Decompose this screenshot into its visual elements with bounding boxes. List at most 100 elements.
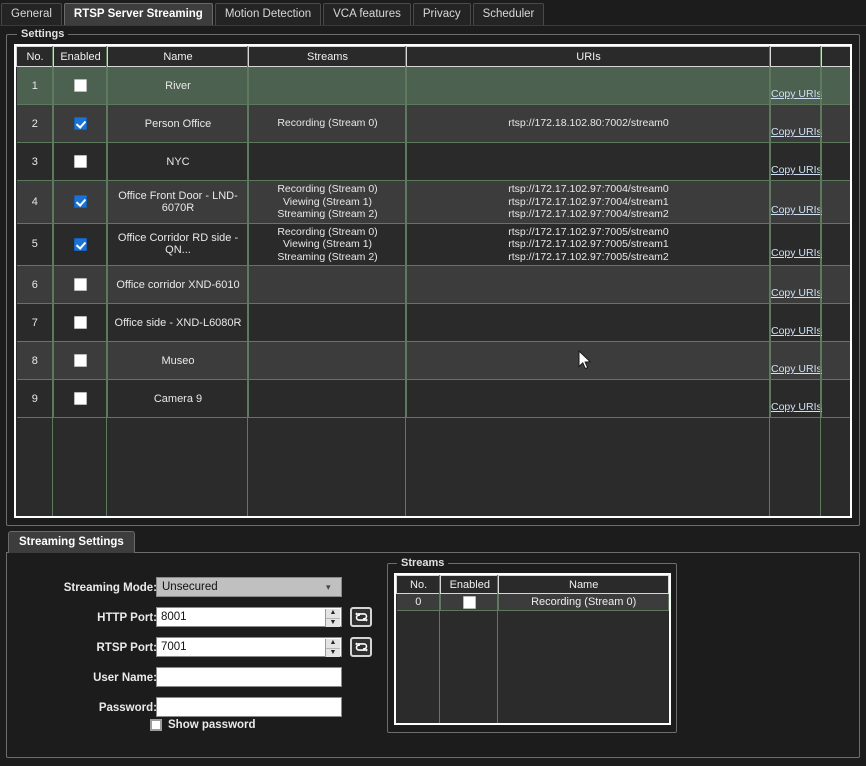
- streams-col-header-enabled[interactable]: Enabled: [441, 576, 499, 594]
- row-copy-cell[interactable]: Copy URIs: [771, 380, 822, 418]
- tab-motion-detection[interactable]: Motion Detection: [215, 3, 321, 25]
- row-streams: Recording (Stream 0): [249, 105, 407, 143]
- enabled-checkbox[interactable]: [74, 316, 87, 329]
- row-copy-cell[interactable]: Copy URIs: [771, 67, 822, 105]
- row-copy-cell[interactable]: Copy URIs: [771, 143, 822, 181]
- field-password: Password:: [17, 697, 347, 719]
- copy-uris-link[interactable]: Copy URIs: [771, 363, 821, 375]
- row-enabled-cell[interactable]: [54, 67, 108, 105]
- tab-scheduler[interactable]: Scheduler: [473, 3, 545, 25]
- enabled-checkbox[interactable]: [74, 238, 87, 251]
- row-uris: [407, 67, 771, 105]
- row-streams: [249, 266, 407, 304]
- row-enabled-cell[interactable]: [54, 105, 108, 143]
- col-header-copy[interactable]: [771, 47, 822, 67]
- streaming-settings-panel: Streaming Mode: Unsecured ▾ HTTP Port: 8…: [6, 552, 860, 758]
- row-copy-cell[interactable]: Copy URIs: [771, 105, 822, 143]
- stepper-up-icon[interactable]: ▲: [326, 639, 340, 649]
- label-streaming-mode: Streaming Mode:: [17, 577, 157, 599]
- table-row[interactable]: 4Office Front Door - LND-6070RRecording …: [17, 181, 851, 224]
- tab-rtsp-server-streaming[interactable]: RTSP Server Streaming: [64, 3, 213, 25]
- streams-col-header-no[interactable]: No.: [397, 576, 441, 594]
- row-name: Office Front Door - LND-6070R: [108, 181, 249, 224]
- row-copy-cell[interactable]: Copy URIs: [771, 342, 822, 380]
- row-enabled-cell[interactable]: [54, 342, 108, 380]
- row-enabled-cell[interactable]: [54, 266, 108, 304]
- row-copy-cell[interactable]: Copy URIs: [771, 266, 822, 304]
- col-header-enabled[interactable]: Enabled: [54, 47, 108, 67]
- table-row[interactable]: 7Office side - XND-L6080RCopy URIs: [17, 304, 851, 342]
- enabled-checkbox[interactable]: [74, 117, 87, 130]
- col-header-no[interactable]: No.: [17, 47, 54, 67]
- rtsp-port-stepper[interactable]: ▲ ▼: [325, 639, 340, 657]
- http-port-refresh-button[interactable]: [350, 607, 372, 627]
- copy-uris-link[interactable]: Copy URIs: [771, 325, 821, 337]
- stepper-up-icon[interactable]: ▲: [326, 609, 340, 619]
- copy-uris-link[interactable]: Copy URIs: [771, 401, 821, 413]
- row-copy-cell[interactable]: Copy URIs: [771, 181, 822, 224]
- copy-uris-link[interactable]: Copy URIs: [771, 247, 821, 259]
- col-header-streams[interactable]: Streams: [249, 47, 407, 67]
- row-uris: [407, 304, 771, 342]
- enabled-checkbox[interactable]: [74, 155, 87, 168]
- copy-uris-link[interactable]: Copy URIs: [771, 287, 821, 299]
- row-tail-cell: [822, 105, 851, 143]
- streams-table-container[interactable]: No. Enabled Name 0Recording (Stream 0): [394, 573, 671, 725]
- show-password-checkbox[interactable]: [150, 719, 162, 731]
- table-row[interactable]: 6Office corridor XND-6010Copy URIs: [17, 266, 851, 304]
- main-tab-strip: GeneralRTSP Server StreamingMotion Detec…: [0, 0, 866, 26]
- rtsp-port-refresh-button[interactable]: [350, 637, 372, 657]
- table-row[interactable]: 2Person OfficeRecording (Stream 0)rtsp:/…: [17, 105, 851, 143]
- password-input[interactable]: [156, 697, 342, 717]
- copy-uris-link[interactable]: Copy URIs: [771, 126, 821, 138]
- row-copy-cell[interactable]: Copy URIs: [771, 223, 822, 266]
- streams-table-row[interactable]: 0Recording (Stream 0): [397, 594, 669, 611]
- row-uris: rtsp://172.17.102.97:7004/stream0rtsp://…: [407, 181, 771, 224]
- http-port-stepper[interactable]: ▲ ▼: [325, 609, 340, 627]
- row-enabled-cell[interactable]: [54, 143, 108, 181]
- row-enabled-cell[interactable]: [54, 223, 108, 266]
- copy-uris-link[interactable]: Copy URIs: [771, 88, 821, 100]
- streams-enabled-checkbox[interactable]: [463, 596, 476, 609]
- enabled-checkbox[interactable]: [74, 392, 87, 405]
- streams-group-label: Streams: [397, 557, 448, 569]
- enabled-checkbox[interactable]: [74, 195, 87, 208]
- tab-privacy[interactable]: Privacy: [413, 3, 471, 25]
- streaming-mode-select[interactable]: Unsecured ▾: [156, 577, 342, 597]
- row-enabled-cell[interactable]: [54, 380, 108, 418]
- row-number: 8: [17, 342, 54, 380]
- tab-streaming-settings[interactable]: Streaming Settings: [8, 531, 135, 553]
- show-password-checkbox-row[interactable]: Show password: [150, 719, 256, 731]
- col-header-tail[interactable]: [822, 47, 851, 67]
- table-row[interactable]: 1RiverCopy URIs: [17, 67, 851, 105]
- enabled-checkbox[interactable]: [74, 79, 87, 92]
- table-row[interactable]: 8MuseoCopy URIs: [17, 342, 851, 380]
- streams-col-header-name[interactable]: Name: [499, 576, 669, 594]
- col-header-uris[interactable]: URIs: [407, 47, 771, 67]
- copy-uris-link[interactable]: Copy URIs: [771, 164, 821, 176]
- stepper-down-icon[interactable]: ▼: [326, 649, 340, 658]
- copy-uris-link[interactable]: Copy URIs: [771, 204, 821, 216]
- tab-general[interactable]: General: [1, 3, 62, 25]
- col-header-name[interactable]: Name: [108, 47, 249, 67]
- table-row[interactable]: 3NYCCopy URIs: [17, 143, 851, 181]
- row-streams: Recording (Stream 0)Viewing (Stream 1)St…: [249, 223, 407, 266]
- rtsp-port-input[interactable]: 7001 ▲ ▼: [156, 637, 342, 657]
- rtsp-table-head: No. Enabled Name Streams URIs: [17, 47, 851, 67]
- streams-row-enabled-cell[interactable]: [441, 594, 499, 611]
- stepper-down-icon[interactable]: ▼: [326, 619, 340, 628]
- table-row[interactable]: 5Office Corridor RD side - QN...Recordin…: [17, 223, 851, 266]
- http-port-input[interactable]: 8001 ▲ ▼: [156, 607, 342, 627]
- row-uris: [407, 380, 771, 418]
- user-name-input[interactable]: [156, 667, 342, 687]
- rtsp-servers-table-container[interactable]: No. Enabled Name Streams URIs 1RiverCopy…: [14, 44, 852, 518]
- table-row[interactable]: 9Camera 9Copy URIs: [17, 380, 851, 418]
- enabled-checkbox[interactable]: [74, 354, 87, 367]
- tab-vca-features[interactable]: VCA features: [323, 3, 411, 25]
- refresh-loop-icon: [354, 641, 369, 653]
- row-name: Person Office: [108, 105, 249, 143]
- row-copy-cell[interactable]: Copy URIs: [771, 304, 822, 342]
- row-enabled-cell[interactable]: [54, 181, 108, 224]
- row-enabled-cell[interactable]: [54, 304, 108, 342]
- enabled-checkbox[interactable]: [74, 278, 87, 291]
